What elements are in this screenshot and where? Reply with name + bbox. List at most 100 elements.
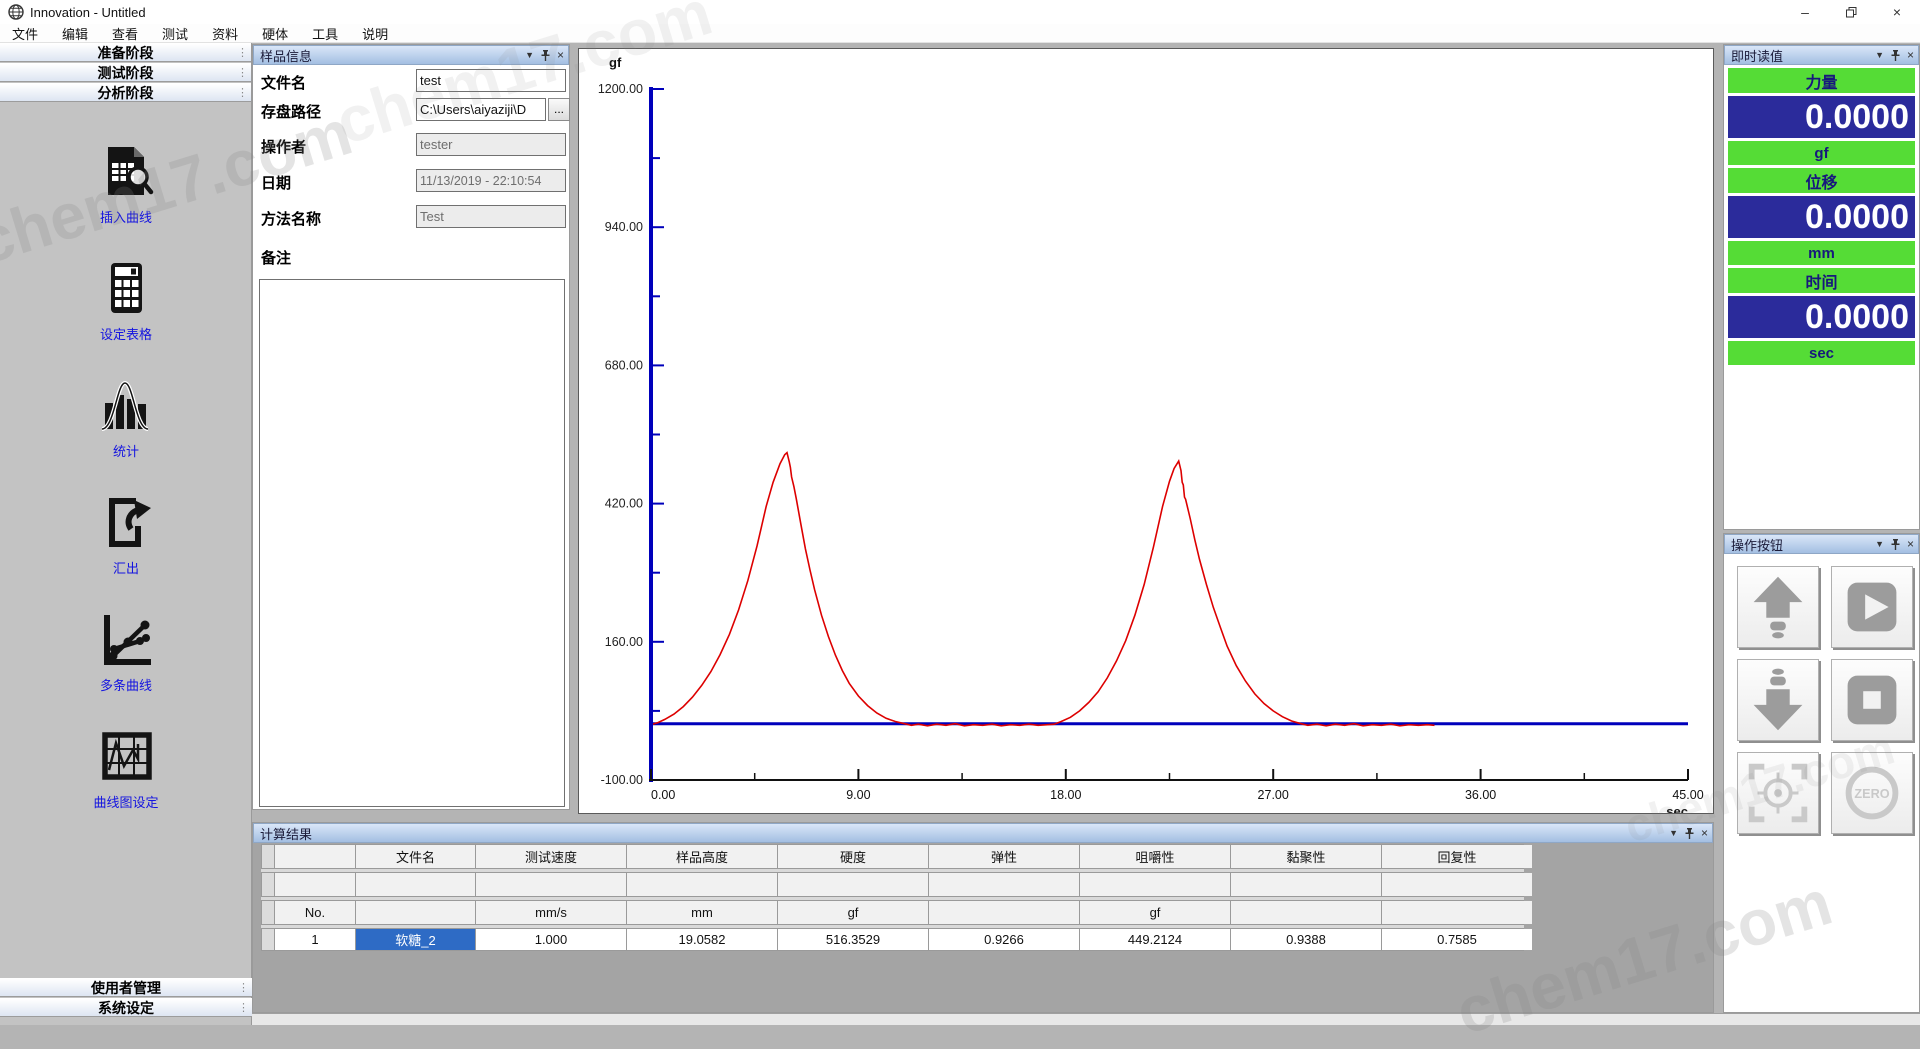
menu-item-7[interactable]: 说明 bbox=[350, 24, 400, 42]
row-grip[interactable] bbox=[262, 929, 274, 950]
play-icon bbox=[1832, 566, 1912, 648]
data-cell-7[interactable]: 0.7585 bbox=[1382, 929, 1532, 950]
svg-text:gf: gf bbox=[609, 55, 622, 70]
svg-text:45.00: 45.00 bbox=[1672, 788, 1703, 802]
sidebar-tab-top-0[interactable]: 准备阶段⋮ bbox=[0, 43, 251, 62]
empty-cell bbox=[778, 873, 928, 896]
sidebar: 准备阶段⋮测试阶段⋮分析阶段⋮ 插入曲线设定表格统计汇出多条曲线曲线图设定 使用… bbox=[0, 43, 252, 1025]
empty-cell bbox=[1080, 873, 1230, 896]
reading-block-0: 力量0.0000gf bbox=[1728, 68, 1915, 165]
chevron-down-icon[interactable]: ▼ bbox=[1875, 51, 1884, 60]
sidebar-tool-5[interactable]: 曲线图设定 bbox=[93, 728, 158, 811]
zero-button[interactable]: ZERO bbox=[1831, 752, 1913, 834]
sidebar-tab-top-2[interactable]: 分析阶段⋮ bbox=[0, 83, 251, 102]
jog-down-button[interactable] bbox=[1737, 659, 1819, 741]
menu-item-6[interactable]: 工具 bbox=[300, 24, 350, 42]
save-path-input[interactable] bbox=[416, 98, 546, 121]
menu-item-0[interactable]: 文件 bbox=[0, 24, 50, 42]
pin-icon[interactable] bbox=[1891, 539, 1900, 550]
svg-text:-100.00: -100.00 bbox=[601, 773, 643, 787]
close-icon[interactable]: × bbox=[557, 49, 564, 61]
data-cell-6[interactable]: 0.9388 bbox=[1231, 929, 1381, 950]
target-icon bbox=[1738, 752, 1818, 834]
stop-button[interactable] bbox=[1831, 659, 1913, 741]
sidebar-tab-bottom-1[interactable]: 系统设定⋮ bbox=[0, 998, 252, 1017]
app-icon bbox=[8, 4, 24, 20]
pin-icon[interactable] bbox=[1685, 828, 1694, 839]
sidebar-tab-bottom-0[interactable]: 使用者管理⋮ bbox=[0, 978, 252, 997]
op-buttons-grid: ZERO bbox=[1737, 566, 1913, 834]
menu-item-5[interactable]: 硬体 bbox=[250, 24, 300, 42]
sidebar-tool-label: 汇出 bbox=[113, 558, 139, 577]
data-cell-4[interactable]: 0.9266 bbox=[929, 929, 1079, 950]
pin-icon[interactable] bbox=[1891, 50, 1900, 61]
notes-textarea[interactable] bbox=[259, 279, 565, 807]
unit-cell-1: mm/s bbox=[476, 901, 626, 924]
results-title: 计算结果 bbox=[260, 824, 312, 843]
row-number[interactable]: 1 bbox=[275, 929, 355, 950]
unit-cell-3: gf bbox=[778, 901, 928, 924]
data-cell-2[interactable]: 19.0582 bbox=[627, 929, 777, 950]
window-title: Innovation - Untitled bbox=[30, 5, 146, 20]
sidebar-tool-2[interactable]: 统计 bbox=[98, 377, 154, 460]
sidebar-tab-top-1[interactable]: 测试阶段⋮ bbox=[0, 63, 251, 82]
run-button[interactable] bbox=[1831, 566, 1913, 648]
sidebar-tool-1[interactable]: 设定表格 bbox=[98, 260, 154, 343]
unit-cell-5: gf bbox=[1080, 901, 1230, 924]
reading-value: 0.0000 bbox=[1728, 196, 1915, 238]
menu-item-1[interactable]: 编辑 bbox=[50, 24, 100, 42]
menu-item-2[interactable]: 查看 bbox=[100, 24, 150, 42]
data-cell-5[interactable]: 449.2124 bbox=[1080, 929, 1230, 950]
op-buttons-title: 操作按钮 bbox=[1731, 535, 1783, 554]
readings-panel: 即时读值 ▼ × 力量0.0000gf位移0.0000mm时间0.0000sec bbox=[1723, 44, 1920, 530]
sidebar-tool-4[interactable]: 多条曲线 bbox=[98, 611, 154, 694]
unit-cell-2: mm bbox=[627, 901, 777, 924]
column-header-6: 黏聚性 bbox=[1231, 845, 1381, 868]
filename-input[interactable] bbox=[416, 69, 566, 92]
no-header: No. bbox=[275, 901, 355, 924]
sample-info-title: 样品信息 bbox=[260, 46, 312, 65]
chevron-down-icon[interactable]: ▼ bbox=[1875, 540, 1884, 549]
svg-text:1200.00: 1200.00 bbox=[598, 82, 643, 96]
menu-item-3[interactable]: 测试 bbox=[150, 24, 200, 42]
readings-title: 即时读值 bbox=[1731, 46, 1783, 65]
data-cell-0[interactable]: 软糖_2 bbox=[356, 929, 475, 950]
pin-icon[interactable] bbox=[541, 50, 550, 61]
target-button[interactable] bbox=[1737, 752, 1819, 834]
column-header-7: 回复性 bbox=[1382, 845, 1532, 868]
data-cell-1[interactable]: 1.000 bbox=[476, 929, 626, 950]
empty-cell bbox=[356, 873, 475, 896]
filename-label: 文件名 bbox=[261, 72, 306, 93]
close-icon[interactable]: × bbox=[1907, 538, 1914, 550]
browse-button[interactable]: ... bbox=[548, 98, 570, 121]
column-header-5: 咀嚼性 bbox=[1080, 845, 1230, 868]
column-header-1: 测试速度 bbox=[476, 845, 626, 868]
results-units-row: No.mm/smmgfgf bbox=[261, 900, 1524, 925]
empty-cell bbox=[476, 873, 626, 896]
chevron-down-icon[interactable]: ▼ bbox=[1669, 829, 1678, 838]
sidebar-tool-3[interactable]: 汇出 bbox=[98, 494, 154, 577]
jog-up-button[interactable] bbox=[1737, 566, 1819, 648]
arrow-down-icon bbox=[1738, 659, 1818, 741]
results-table: 文件名测试速度样品高度硬度弹性咀嚼性黏聚性回复性No.mm/smmgfgf1软糖… bbox=[261, 844, 1524, 951]
close-icon[interactable]: × bbox=[1701, 827, 1708, 839]
svg-text:ZERO: ZERO bbox=[1854, 787, 1889, 801]
menu-item-4[interactable]: 资料 bbox=[200, 24, 250, 42]
restore-button[interactable] bbox=[1828, 0, 1874, 24]
empty-cell bbox=[929, 873, 1079, 896]
sidebar-tool-0[interactable]: 插入曲线 bbox=[98, 143, 154, 226]
empty-cell bbox=[1382, 873, 1532, 896]
minimize-button[interactable]: – bbox=[1782, 0, 1828, 24]
results-empty-row bbox=[261, 872, 1524, 897]
column-header-4: 弹性 bbox=[929, 845, 1079, 868]
svg-text:160.00: 160.00 bbox=[605, 635, 643, 649]
close-button[interactable]: × bbox=[1874, 0, 1920, 24]
column-header-0: 文件名 bbox=[356, 845, 475, 868]
chevron-down-icon[interactable]: ▼ bbox=[525, 51, 534, 60]
row-grip bbox=[262, 901, 274, 924]
zero-icon: ZERO bbox=[1832, 752, 1912, 834]
close-icon[interactable]: × bbox=[1907, 49, 1914, 61]
readings-titlebar: 即时读值 ▼ × bbox=[1724, 45, 1919, 65]
data-cell-3[interactable]: 516.3529 bbox=[778, 929, 928, 950]
chart-svg: gf1200.00940.00680.00420.00160.00-100.00… bbox=[579, 49, 1713, 813]
